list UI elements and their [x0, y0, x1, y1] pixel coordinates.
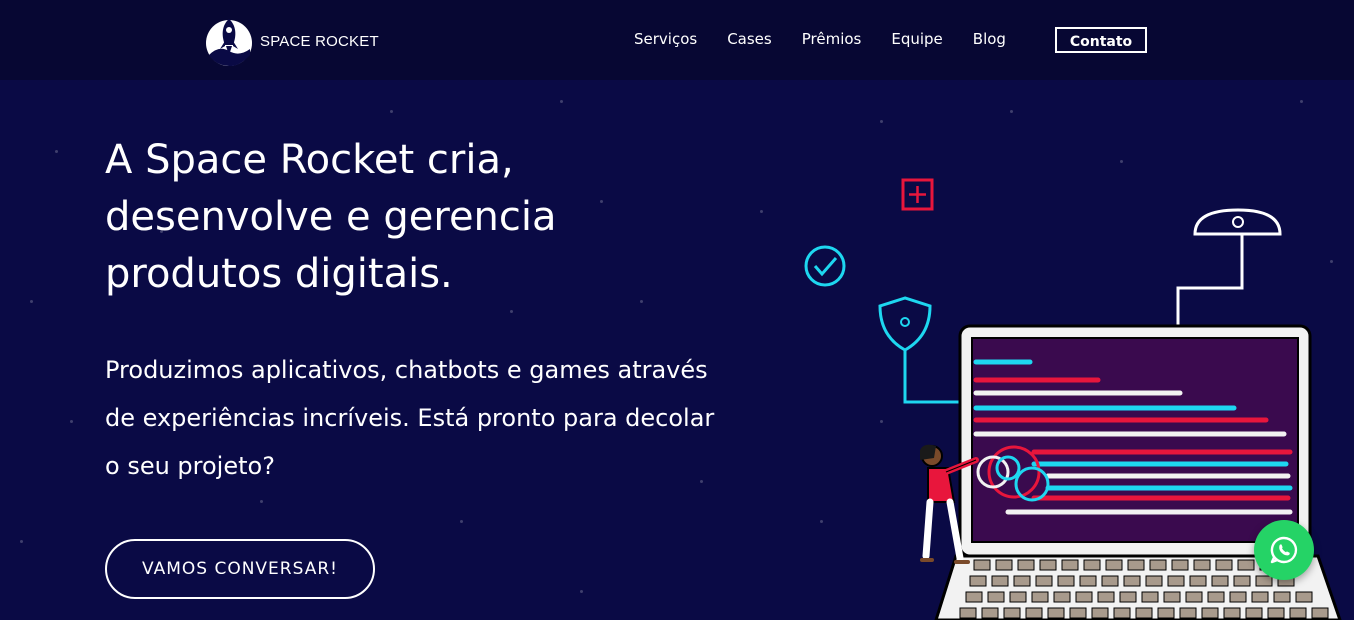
plus-icon — [901, 178, 934, 211]
hero-subtitle: Produzimos aplicativos, chatbots e games… — [105, 356, 715, 480]
whatsapp-chat-button[interactable] — [1254, 520, 1314, 580]
nav-item-cases[interactable]: Cases — [727, 30, 772, 48]
nav-item-blog[interactable]: Blog — [973, 30, 1006, 48]
lets-talk-button[interactable]: VAMOS CONVERSAR! — [105, 539, 375, 599]
main-nav: Serviços Cases Prêmios Equipe Blog — [634, 30, 1036, 48]
site-header: SPACE ROCKET Serviços Cases Prêmios Equi… — [0, 0, 1354, 80]
contact-button[interactable]: Contato — [1055, 27, 1147, 53]
cloud-icon — [1176, 208, 1282, 326]
nav-item-equipe[interactable]: Equipe — [891, 30, 942, 48]
rocket-logo-icon — [206, 19, 252, 67]
check-circle-icon — [804, 245, 846, 287]
brand-name: SPACE ROCKET — [260, 32, 379, 50]
shield-icon — [878, 296, 962, 404]
whatsapp-icon — [1270, 536, 1298, 564]
nav-item-servicos[interactable]: Serviços — [634, 30, 697, 48]
hero-headline: A Space Rocket cria, desenvolve e gerenc… — [105, 137, 557, 297]
brand-logo[interactable]: SPACE ROCKET — [203, 14, 379, 68]
nav-item-premios[interactable]: Prêmios — [802, 30, 862, 48]
